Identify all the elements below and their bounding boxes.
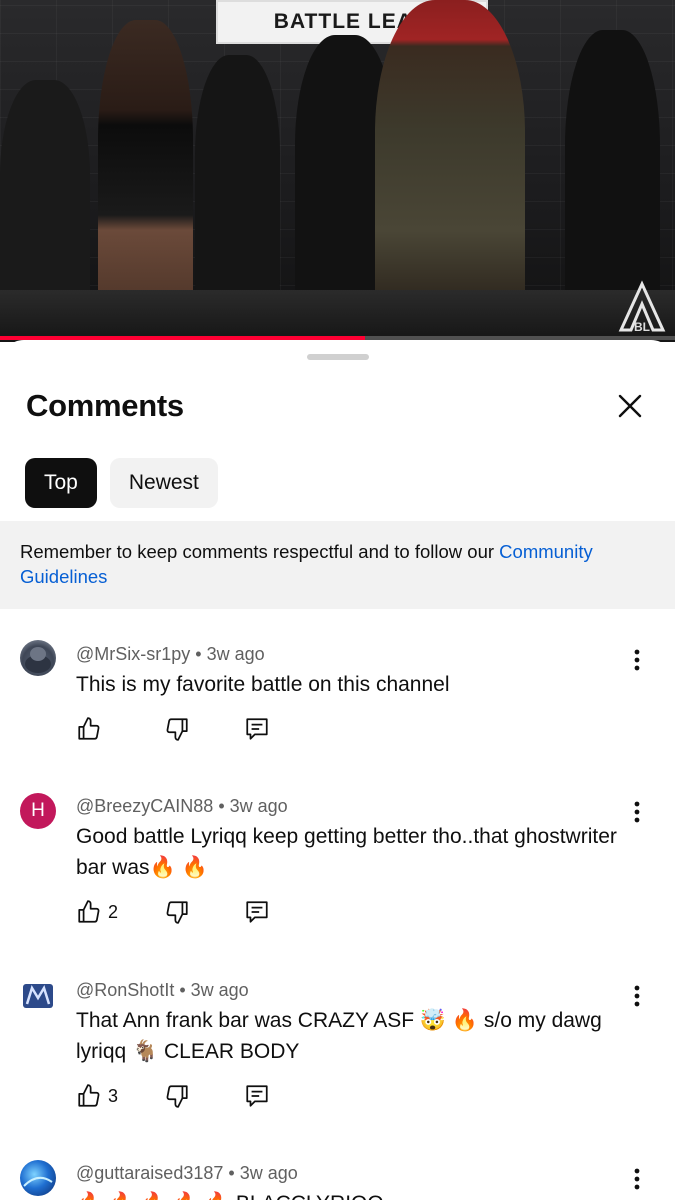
sort-tabs: Top Newest xyxy=(25,458,218,508)
like-count: 3 xyxy=(108,1085,119,1106)
avatar-logo xyxy=(23,984,53,1008)
comment-author[interactable]: @guttaraised3187 xyxy=(76,1163,223,1183)
drag-handle[interactable] xyxy=(307,354,369,360)
comment-author[interactable]: @RonShotIt xyxy=(76,980,174,1000)
thumb-up-icon xyxy=(78,717,100,740)
comment-author[interactable]: @MrSix-sr1py xyxy=(76,644,190,664)
comment-menu-button[interactable] xyxy=(624,645,650,675)
comment-menu-button[interactable] xyxy=(624,1164,650,1194)
reply-comment-icon xyxy=(246,901,268,923)
comment-item: H @BreezyCAIN88 • 3w ago Good battle Lyriq… xyxy=(0,782,675,962)
comment-text: This is my favorite battle on this chann… xyxy=(76,673,450,696)
reply-button[interactable] xyxy=(244,716,270,742)
comment-actions xyxy=(76,716,270,742)
meta-separator: • xyxy=(179,980,186,1000)
comment-time: 3w ago xyxy=(239,1163,298,1183)
comment-time: 3w ago xyxy=(190,980,249,1000)
notice-text: Remember to keep comments respectful and… xyxy=(20,541,500,562)
more-vert-icon xyxy=(634,985,640,1007)
thumb-up-icon xyxy=(78,1084,100,1107)
comment-time: 3w ago xyxy=(229,796,288,816)
comments-title: Comments xyxy=(26,388,184,423)
person-silhouette xyxy=(565,30,660,320)
comment-meta: @BreezyCAIN88 • 3w ago xyxy=(76,796,288,817)
like-count: 2 xyxy=(108,901,119,922)
comment-actions: 3 xyxy=(76,1083,270,1109)
comment-text: Good battle Lyriqq keep getting better t… xyxy=(76,825,617,879)
avatar-letter: H xyxy=(31,800,45,821)
meta-separator: • xyxy=(195,644,202,664)
comment-menu-button[interactable] xyxy=(624,797,650,827)
watermark-text: BL xyxy=(634,320,650,334)
comments-sheet: Comments Top Newest Remember to keep com… xyxy=(0,340,675,1200)
dislike-button[interactable] xyxy=(164,899,244,925)
video-player[interactable]: BATTLE LEAG BL xyxy=(0,0,675,342)
comment-item: @RonShotIt • 3w ago That Ann frank bar was… xyxy=(0,966,675,1146)
more-vert-icon xyxy=(634,801,640,823)
like-button[interactable]: 3 xyxy=(76,1083,164,1109)
more-vert-icon xyxy=(634,1168,640,1190)
thumb-up-icon xyxy=(78,900,100,923)
comment-item: @guttaraised3187•3w ago 🔥 🔥 🔥 🔥 🔥 BLACCL… xyxy=(0,1150,675,1200)
comment-menu-button[interactable] xyxy=(624,981,650,1011)
reply-comment-icon xyxy=(246,1085,268,1107)
close-icon xyxy=(618,394,642,418)
dislike-button[interactable] xyxy=(164,716,244,742)
performer-left xyxy=(98,20,193,320)
avatar-photo xyxy=(23,1176,53,1187)
avatar-photo xyxy=(25,647,51,673)
video-floor xyxy=(0,290,675,342)
comment-meta: @MrSix-sr1py • 3w ago xyxy=(76,644,265,665)
comment-meta: @guttaraised3187 • 3w ago xyxy=(76,1163,298,1184)
comment-meta: @RonShotIt • 3w ago xyxy=(76,980,249,1001)
avatar[interactable]: H xyxy=(20,793,56,829)
comment-text: 🔥 🔥 🔥 🔥 🔥 BLACCLYRIQQ xyxy=(76,1188,636,1200)
channel-watermark: BL xyxy=(615,280,669,334)
thumb-down-icon xyxy=(166,1085,188,1108)
person-silhouette xyxy=(0,80,90,320)
avatar[interactable] xyxy=(20,640,56,676)
comment-author[interactable]: @BreezyCAIN88 xyxy=(76,796,213,816)
avatar[interactable] xyxy=(20,978,56,1014)
thumb-down-icon xyxy=(166,718,188,741)
more-vert-icon xyxy=(634,649,640,671)
like-button[interactable]: 2 xyxy=(76,899,164,925)
close-button[interactable] xyxy=(612,388,648,424)
reply-comment-icon xyxy=(246,718,268,740)
comment-text: That Ann frank bar was CRAZY ASF 🤯 🔥 s/o… xyxy=(76,1009,602,1063)
reply-button[interactable] xyxy=(244,899,270,925)
person-silhouette xyxy=(195,55,280,305)
meta-separator: • xyxy=(218,796,225,816)
comment-item: @MrSix-sr1py • 3w ago This is my favorite … xyxy=(0,630,675,780)
like-button[interactable] xyxy=(76,716,164,742)
tab-newest[interactable]: Newest xyxy=(109,458,218,508)
thumb-down-icon xyxy=(166,901,188,924)
avatar[interactable] xyxy=(20,1160,56,1196)
community-notice: Remember to keep comments respectful and… xyxy=(0,521,675,609)
tab-top[interactable]: Top xyxy=(25,458,97,508)
meta-separator: • xyxy=(228,1163,235,1183)
reply-button[interactable] xyxy=(244,1083,270,1109)
performer-right xyxy=(375,0,525,330)
comment-time: 3w ago xyxy=(206,644,265,664)
comment-actions: 2 xyxy=(76,899,270,925)
dislike-button[interactable] xyxy=(164,1083,244,1109)
